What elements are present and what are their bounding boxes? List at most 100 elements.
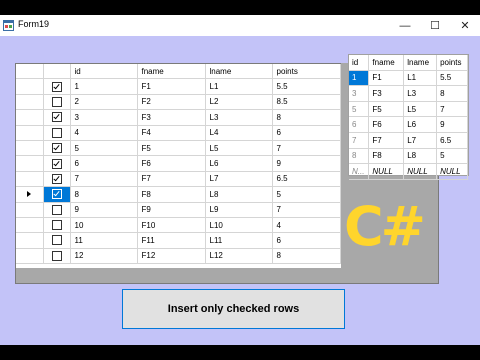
checkbox-cell[interactable] (43, 155, 71, 172)
cell-fname[interactable]: F8 (137, 186, 206, 203)
cell-lname[interactable]: L2 (205, 94, 273, 111)
table-row[interactable]: 6 F6 L6 9 (349, 116, 468, 133)
cell-id[interactable]: 3 (70, 109, 138, 126)
cell-lname[interactable]: L5 (205, 140, 273, 157)
cell-fname[interactable]: F3 (137, 109, 206, 126)
table-row[interactable]: 5 F5 L5 7 (16, 140, 341, 157)
cell-id[interactable]: 5 (349, 101, 370, 118)
title-bar[interactable]: Form19 — ☐ ✕ (0, 15, 480, 36)
table-row[interactable]: 8 F8 L8 5 (16, 186, 341, 203)
close-button[interactable]: ✕ (450, 15, 480, 36)
cell-id[interactable]: 8 (70, 186, 138, 203)
table-row[interactable]: 4 F4 L4 6 (16, 125, 341, 141)
cell-lname[interactable]: L5 (403, 101, 438, 118)
column-header-fname[interactable]: fname (368, 55, 405, 71)
column-header-points[interactable]: points (436, 55, 468, 71)
checkbox-cell[interactable] (43, 248, 71, 265)
cell-fname[interactable]: F12 (137, 248, 206, 265)
cell-fname[interactable]: F7 (368, 132, 405, 149)
new-row[interactable]: N... NULL NULL NULL (349, 163, 468, 180)
cell-id[interactable]: 4 (70, 125, 138, 141)
cell-fname[interactable]: F2 (137, 94, 206, 111)
table-row[interactable]: 10 F10 L10 4 (16, 217, 341, 234)
cell-points[interactable]: 5 (272, 186, 341, 203)
cell-points[interactable]: 5.5 (272, 78, 341, 95)
cell-points[interactable]: 7 (436, 101, 468, 118)
cell-lname[interactable]: L1 (403, 70, 438, 87)
checkbox-cell[interactable] (43, 186, 71, 203)
cell-points[interactable]: 6.5 (436, 132, 468, 149)
cell-fname[interactable]: F5 (368, 101, 405, 118)
table-row[interactable]: 12 F12 L12 8 (16, 248, 341, 265)
row-header[interactable] (16, 125, 44, 141)
cell-points[interactable]: 8 (272, 248, 341, 265)
cell-fname[interactable]: F4 (137, 125, 206, 141)
cell-points[interactable]: 6.5 (272, 171, 341, 188)
checked-checkbox[interactable] (51, 173, 62, 184)
row-header[interactable] (16, 186, 44, 203)
cell-id[interactable]: 9 (70, 202, 138, 218)
cell-lname[interactable]: L6 (403, 116, 438, 133)
new-row-cell-id[interactable]: N... (349, 163, 370, 180)
cell-points[interactable]: 5 (436, 148, 468, 165)
cell-id[interactable]: 2 (70, 94, 138, 111)
table-row[interactable]: 7 F7 L7 6.5 (349, 132, 468, 149)
checked-checkbox[interactable] (51, 158, 62, 169)
result-data-grid[interactable]: id fname lname points 1 F1 L1 5.5 3 F3 L3 8 5 F5 L… (348, 54, 469, 180)
cell-lname[interactable]: L11 (205, 232, 273, 249)
table-row[interactable]: 1 F1 L1 5.5 (16, 78, 341, 95)
unchecked-checkbox[interactable] (51, 96, 62, 107)
column-header-lname[interactable]: lname (403, 55, 438, 71)
row-header[interactable] (16, 109, 44, 126)
maximize-button[interactable]: ☐ (420, 15, 450, 36)
cell-lname[interactable]: L4 (205, 125, 273, 141)
cell-id[interactable]: 3 (349, 85, 370, 102)
cell-points[interactable]: 8.5 (272, 94, 341, 111)
cell-id[interactable]: 12 (70, 248, 138, 265)
cell-points[interactable]: 9 (436, 116, 468, 133)
column-header-id[interactable]: id (70, 64, 138, 80)
checkbox-cell[interactable] (43, 140, 71, 157)
cell-lname[interactable]: L8 (205, 186, 273, 203)
checkbox-cell[interactable] (43, 232, 71, 249)
table-row[interactable]: 9 F9 L9 7 (16, 202, 341, 218)
row-header[interactable] (16, 171, 44, 188)
row-header[interactable] (16, 202, 44, 218)
table-row[interactable]: 2 F2 L2 8.5 (16, 94, 341, 111)
checkbox-cell[interactable] (43, 78, 71, 95)
checkbox-cell[interactable] (43, 171, 71, 188)
row-header[interactable] (16, 248, 44, 265)
cell-id[interactable]: 1 (70, 78, 138, 95)
table-row[interactable]: 3 F3 L3 8 (16, 109, 341, 126)
table-row[interactable]: 8 F8 L8 5 (349, 148, 468, 165)
row-header[interactable] (16, 94, 44, 111)
cell-lname[interactable]: L8 (403, 148, 438, 165)
minimize-button[interactable]: — (390, 15, 420, 36)
column-header-id[interactable]: id (349, 55, 370, 71)
checkbox-cell[interactable] (43, 202, 71, 218)
checkbox-column-header[interactable] (43, 64, 71, 80)
cell-id[interactable]: 8 (349, 148, 370, 165)
checked-checkbox[interactable] (51, 189, 62, 200)
cell-id[interactable]: 7 (70, 171, 138, 188)
checked-checkbox[interactable] (51, 112, 62, 123)
cell-points[interactable]: 7 (272, 140, 341, 157)
row-header[interactable] (16, 232, 44, 249)
row-header[interactable] (16, 78, 44, 95)
cell-points[interactable]: 4 (272, 217, 341, 234)
insert-checked-rows-button[interactable]: Insert only checked rows (122, 289, 345, 329)
table-row[interactable]: 7 F7 L7 6.5 (16, 171, 341, 188)
checked-checkbox[interactable] (51, 143, 62, 154)
cell-fname[interactable]: F6 (137, 155, 206, 172)
table-row[interactable]: 6 F6 L6 9 (16, 155, 341, 172)
cell-id[interactable]: 1 (349, 70, 370, 87)
cell-id[interactable]: 5 (70, 140, 138, 157)
cell-lname[interactable]: L3 (205, 109, 273, 126)
cell-id[interactable]: 11 (70, 232, 138, 249)
checkbox-cell[interactable] (43, 217, 71, 234)
column-header-fname[interactable]: fname (137, 64, 206, 80)
table-row[interactable]: 5 F5 L5 7 (349, 101, 468, 118)
cell-fname[interactable]: F1 (368, 70, 405, 87)
cell-lname[interactable]: L3 (403, 85, 438, 102)
cell-lname[interactable]: L6 (205, 155, 273, 172)
